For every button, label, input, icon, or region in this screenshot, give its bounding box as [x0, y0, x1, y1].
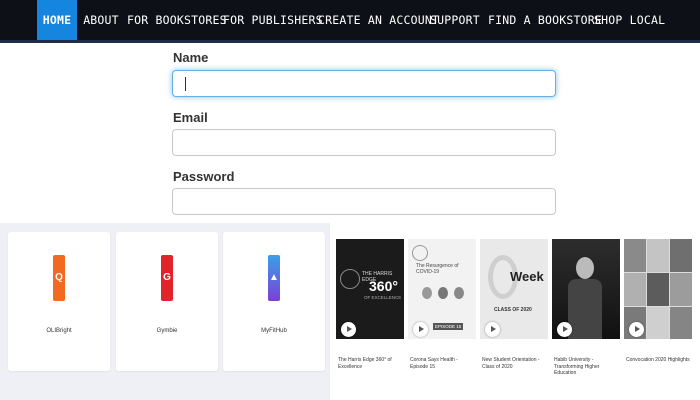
app-glyph: G — [163, 272, 171, 283]
seal-icon — [340, 269, 360, 289]
nav-item-find-bookstore[interactable]: FIND A BOOKSTORE — [488, 0, 602, 40]
thumb-sub: CLASS OF 2020 — [494, 307, 532, 313]
video-card[interactable]: THE HARRIS EDGE 360° OF EXCELLENCE The H… — [336, 239, 404, 375]
app-name: Gymbie — [156, 328, 178, 334]
password-label: Password — [173, 169, 235, 184]
collage-tile — [624, 239, 646, 272]
app-name: MyFitHub — [261, 328, 287, 334]
video-thumbnail — [552, 239, 620, 339]
video-thumbnail: THE HARRIS EDGE 360° OF EXCELLENCE — [336, 239, 404, 339]
video-card[interactable]: Convocation 2020 Highlights — [624, 239, 692, 375]
person-head — [576, 257, 594, 279]
video-thumbnail: The Resurgence of COVID-19 EPISODE 15 — [408, 239, 476, 339]
play-icon[interactable] — [557, 322, 572, 337]
thumb-big: Week — [510, 269, 544, 284]
app-card-olibright[interactable]: Q OLIBright — [8, 232, 110, 371]
video-title: Corona Says Health - Episode 15 — [410, 357, 458, 370]
password-field[interactable] — [172, 188, 556, 215]
speaker-avatar — [422, 287, 432, 299]
nav-item-home[interactable]: HOME — [37, 0, 77, 40]
video-thumbnail: Week CLASS OF 2020 — [480, 239, 548, 339]
nav-item-support[interactable]: SUPPORT — [430, 0, 480, 40]
blue-app-icon: ▲ — [268, 255, 280, 301]
name-label: Name — [173, 50, 209, 65]
thumb-heading: The Resurgence of COVID-19 — [416, 263, 459, 275]
app-glyph: ▲ — [269, 272, 279, 283]
nav-item-create-account[interactable]: CREATE AN ACCOUNT — [318, 0, 439, 40]
email-label: Email — [173, 110, 208, 125]
app-glyph: Q — [55, 272, 63, 283]
video-title: Habib University - Transforming Higher E… — [554, 357, 600, 376]
name-field[interactable] — [172, 70, 556, 97]
app-card-gymbie[interactable]: G Gymbie — [116, 232, 218, 371]
video-title: New Student Orientation - Class of 2020 — [482, 357, 540, 370]
collage-tile — [670, 273, 692, 306]
app-name: OLIBright — [46, 328, 72, 334]
orange-app-icon: Q — [53, 255, 65, 301]
nav-item-for-bookstores[interactable]: FOR BOOKSTORES — [127, 0, 227, 40]
app-card-myfithub[interactable]: ▲ MyFitHub — [223, 232, 325, 371]
play-icon[interactable] — [485, 322, 500, 337]
play-icon[interactable] — [629, 322, 644, 337]
play-icon[interactable] — [341, 322, 356, 337]
collage-tile — [670, 307, 692, 339]
play-icon[interactable] — [413, 322, 428, 337]
video-title: Convocation 2020 Highlights — [626, 357, 690, 363]
speaker-avatar — [438, 287, 448, 299]
video-card[interactable]: The Resurgence of COVID-19 EPISODE 15 Co… — [408, 239, 476, 375]
collage-tile — [624, 273, 646, 306]
seal-icon — [412, 245, 428, 261]
speaker-avatar — [454, 287, 464, 299]
video-title: The Harris Edge 360° of Excellence — [338, 357, 392, 370]
email-field[interactable] — [172, 129, 556, 156]
thumb-sub: EPISODE 15 — [433, 323, 464, 330]
video-thumbnail — [624, 239, 692, 339]
nav-item-shop-local[interactable]: SHOP LOCAL — [594, 0, 665, 40]
text-caret — [185, 77, 186, 91]
nav-item-about[interactable]: ABOUT — [82, 0, 120, 40]
top-navigation: HOME ABOUT FOR BOOKSTORES FOR PUBLISHERS… — [0, 0, 700, 43]
thumb-big: 360° — [369, 278, 398, 294]
video-card[interactable]: Week CLASS OF 2020 New Student Orientati… — [480, 239, 548, 375]
nav-item-for-publishers[interactable]: FOR PUBLISHERS — [223, 0, 323, 40]
collage-tile — [647, 307, 669, 339]
thumb-sub: OF EXCELLENCE — [364, 295, 402, 300]
collage-tile — [670, 239, 692, 272]
person-body — [568, 279, 602, 339]
video-card[interactable]: Habib University - Transforming Higher E… — [552, 239, 620, 376]
collage-tile — [647, 273, 669, 306]
collage-tile — [647, 239, 669, 272]
apps-panel: Q OLIBright G Gymbie ▲ MyFitHub — [0, 223, 330, 400]
red-app-icon: G — [161, 255, 173, 301]
